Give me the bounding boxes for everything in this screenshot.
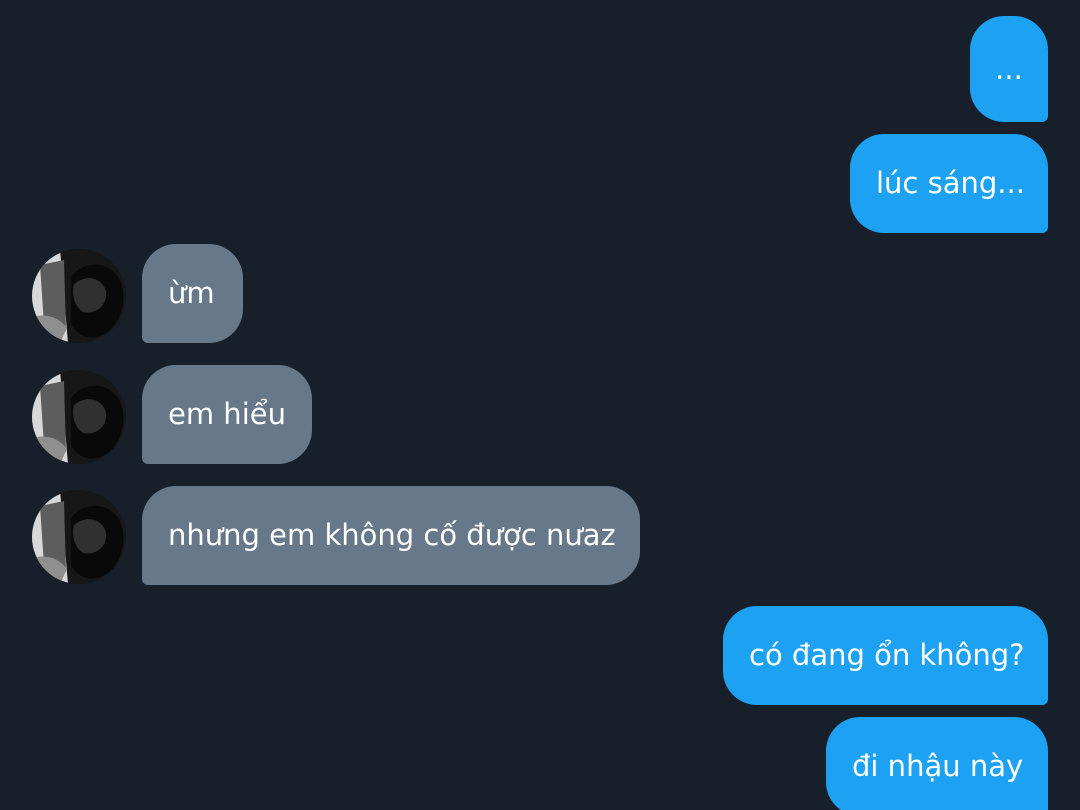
- sent-message-text: ...: [995, 51, 1023, 86]
- sent-message-text: lúc sáng...: [876, 166, 1025, 200]
- sent-message-bubble[interactable]: đi nhậu này: [826, 717, 1048, 810]
- sent-message-bubble[interactable]: lúc sáng...: [850, 134, 1048, 233]
- contact-avatar[interactable]: [32, 370, 126, 464]
- sent-message-bubble[interactable]: ...: [970, 16, 1048, 122]
- sent-message-text: đi nhậu này: [852, 749, 1024, 783]
- received-message-bubble[interactable]: ừm: [142, 244, 243, 343]
- contact-avatar-image: [32, 370, 126, 464]
- contact-avatar-image: [32, 249, 126, 343]
- received-message-text: ừm: [168, 276, 215, 310]
- contact-avatar-image: [32, 490, 126, 584]
- chat-thread: ... lúc sáng... ừm em hiểu nhưng em khôn…: [0, 0, 1080, 810]
- sent-message-bubble[interactable]: có đang ổn không?: [723, 606, 1048, 705]
- contact-avatar[interactable]: [32, 249, 126, 343]
- sent-message-text: có đang ổn không?: [749, 638, 1025, 672]
- received-message-text: em hiểu: [168, 397, 286, 431]
- contact-avatar[interactable]: [32, 490, 126, 584]
- received-message-text: nhưng em không cố được nưaz: [168, 518, 616, 552]
- received-message-bubble[interactable]: nhưng em không cố được nưaz: [142, 486, 640, 585]
- received-message-bubble[interactable]: em hiểu: [142, 365, 312, 464]
